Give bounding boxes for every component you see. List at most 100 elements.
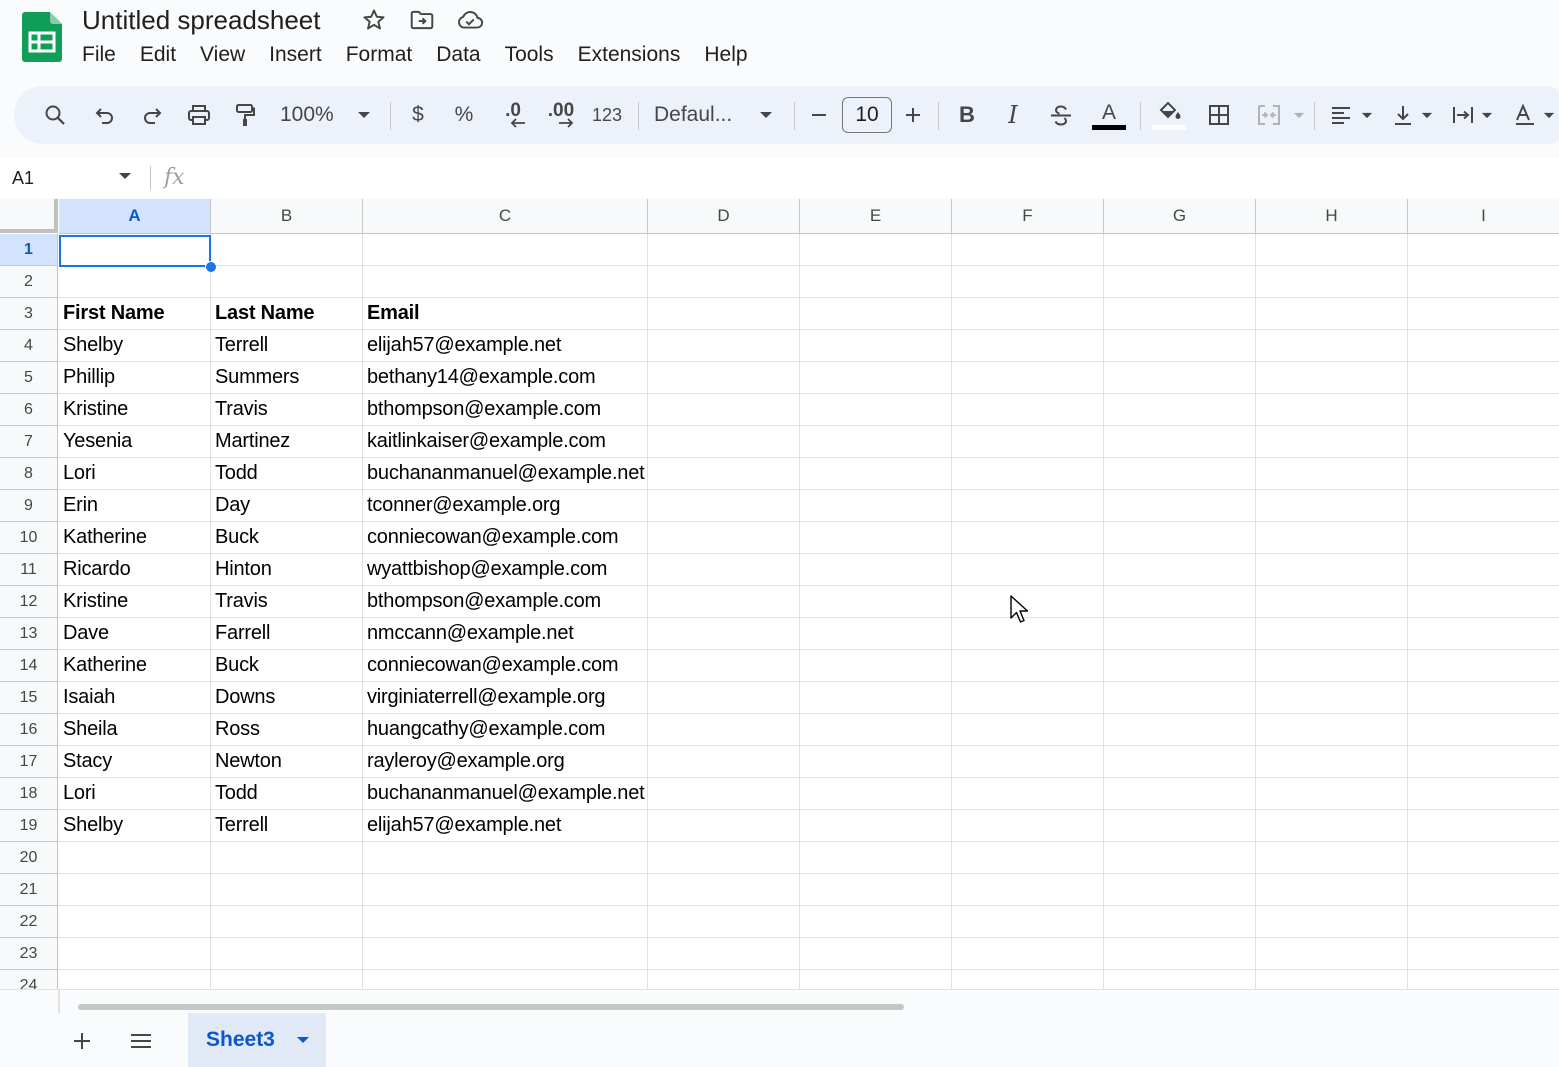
column-header-i[interactable]: I [1408,199,1559,234]
cell-c2[interactable] [363,266,648,298]
cell-i7[interactable] [1408,426,1559,458]
cell-f17[interactable] [952,746,1104,778]
column-header-h[interactable]: H [1256,199,1408,234]
cell-f4[interactable] [952,330,1104,362]
select-all-corner[interactable] [0,199,58,233]
cell-d11[interactable] [648,554,800,586]
cell-d14[interactable] [648,650,800,682]
cell-b8[interactable]: Todd [211,458,363,490]
cell-d21[interactable] [648,874,800,906]
cell-a1[interactable] [59,234,211,266]
cell-a6[interactable]: Kristine [59,394,211,426]
cell-g1[interactable] [1104,234,1256,266]
cell-i3[interactable] [1408,298,1559,330]
cell-g12[interactable] [1104,586,1256,618]
text-wrapping-icon[interactable] [1446,86,1480,144]
cell-h9[interactable] [1256,490,1408,522]
row-header-15[interactable]: 15 [0,682,58,714]
cell-e15[interactable] [800,682,952,714]
cell-e17[interactable] [800,746,952,778]
row-header-11[interactable]: 11 [0,554,58,586]
cell-f8[interactable] [952,458,1104,490]
row-header-24[interactable]: 24 [0,970,58,989]
increase-decimal-button[interactable]: .00 [544,86,578,144]
cell-a13[interactable]: Dave [59,618,211,650]
cell-f15[interactable] [952,682,1104,714]
row-header-16[interactable]: 16 [0,714,58,746]
merge-cells-icon[interactable] [1252,86,1286,144]
cell-b17[interactable]: Newton [211,746,363,778]
cell-a9[interactable]: Erin [59,490,211,522]
cell-h11[interactable] [1256,554,1408,586]
cell-c7[interactable]: kaitlinkaiser@example.com [363,426,648,458]
cell-i18[interactable] [1408,778,1559,810]
cell-d15[interactable] [648,682,800,714]
cell-e5[interactable] [800,362,952,394]
column-header-e[interactable]: E [800,199,952,234]
cell-a23[interactable] [59,938,211,970]
cell-a3[interactable]: First Name [59,298,211,330]
cell-i12[interactable] [1408,586,1559,618]
cell-b22[interactable] [211,906,363,938]
vertical-align-icon[interactable] [1386,86,1420,144]
cell-g17[interactable] [1104,746,1256,778]
cell-i9[interactable] [1408,490,1559,522]
cell-i21[interactable] [1408,874,1559,906]
menu-help[interactable]: Help [692,40,759,70]
row-header-12[interactable]: 12 [0,586,58,618]
cell-a5[interactable]: Phillip [59,362,211,394]
cell-b21[interactable] [211,874,363,906]
zoom-chevron-down-icon[interactable] [354,86,374,144]
currency-format-button[interactable]: $ [404,86,432,144]
redo-icon[interactable] [135,86,169,144]
cell-f18[interactable] [952,778,1104,810]
cell-b9[interactable]: Day [211,490,363,522]
cell-a22[interactable] [59,906,211,938]
move-folder-icon[interactable] [408,6,436,34]
cell-e20[interactable] [800,842,952,874]
cell-e3[interactable] [800,298,952,330]
cell-a8[interactable]: Lori [59,458,211,490]
cell-i13[interactable] [1408,618,1559,650]
cell-i10[interactable] [1408,522,1559,554]
cell-a17[interactable]: Stacy [59,746,211,778]
row-header-14[interactable]: 14 [0,650,58,682]
cell-c17[interactable]: rayleroy@example.org [363,746,648,778]
cell-f20[interactable] [952,842,1104,874]
cell-c11[interactable]: wyattbishop@example.com [363,554,648,586]
cell-b7[interactable]: Martinez [211,426,363,458]
cell-d18[interactable] [648,778,800,810]
cell-g5[interactable] [1104,362,1256,394]
horizontal-align-icon[interactable] [1324,86,1358,144]
column-header-b[interactable]: B [211,199,363,234]
cell-b23[interactable] [211,938,363,970]
cell-e11[interactable] [800,554,952,586]
cell-h2[interactable] [1256,266,1408,298]
cell-i1[interactable] [1408,234,1559,266]
cell-b18[interactable]: Todd [211,778,363,810]
cell-e8[interactable] [800,458,952,490]
cell-a2[interactable] [59,266,211,298]
column-header-a[interactable]: A [59,199,211,234]
row-header-23[interactable]: 23 [0,938,58,970]
cell-i5[interactable] [1408,362,1559,394]
cell-g4[interactable] [1104,330,1256,362]
cell-d16[interactable] [648,714,800,746]
cell-d1[interactable] [648,234,800,266]
cell-h6[interactable] [1256,394,1408,426]
decrease-font-size-icon[interactable] [804,86,834,144]
cell-i22[interactable] [1408,906,1559,938]
cell-d19[interactable] [648,810,800,842]
cell-b5[interactable]: Summers [211,362,363,394]
row-header-21[interactable]: 21 [0,874,58,906]
cell-c12[interactable]: bthompson@example.com [363,586,648,618]
cell-b12[interactable]: Travis [211,586,363,618]
print-icon[interactable] [182,86,216,144]
cell-e1[interactable] [800,234,952,266]
cell-g9[interactable] [1104,490,1256,522]
cell-e2[interactable] [800,266,952,298]
column-header-c[interactable]: C [363,199,648,234]
cell-g23[interactable] [1104,938,1256,970]
fill-color-icon[interactable] [1150,86,1188,144]
cell-d9[interactable] [648,490,800,522]
